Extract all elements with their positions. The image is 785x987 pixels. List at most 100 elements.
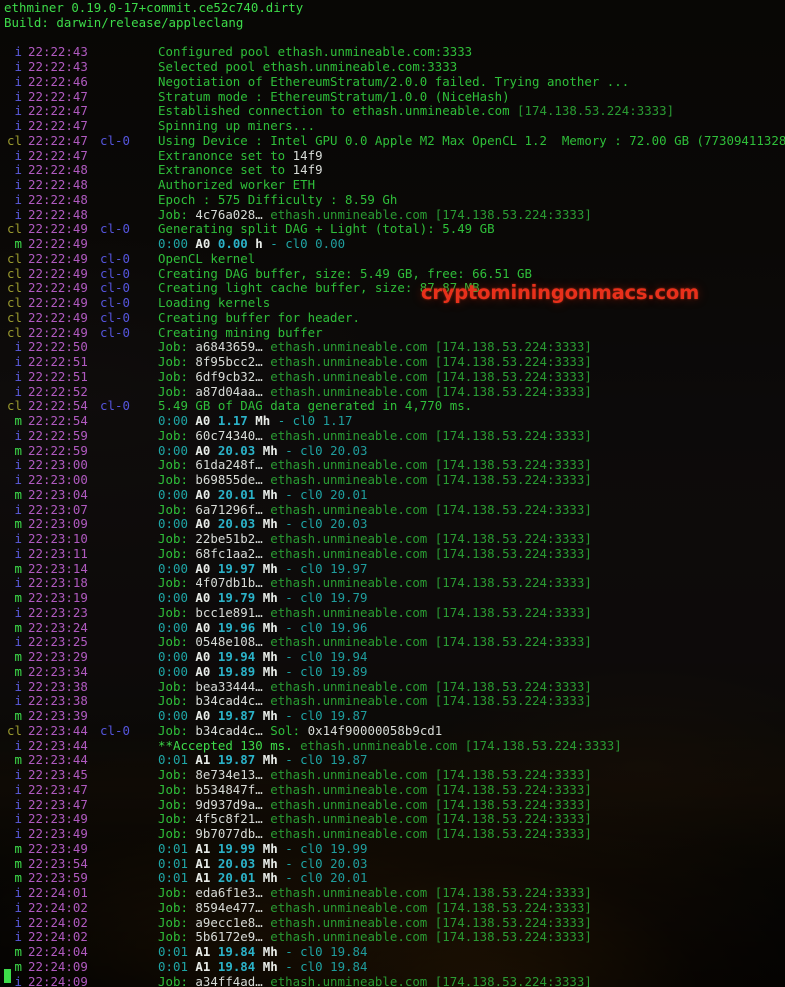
log-message-token: Mh <box>262 486 286 502</box>
log-level-tag: m <box>14 236 22 251</box>
log-message-token: [174.138.53.224:3333] <box>434 693 592 709</box>
log-line: i 22:24:02 Job: 5b6172e9… ethash.unmineabl… <box>0 929 785 945</box>
log-message-token: Mh <box>262 442 286 458</box>
log-message: Job: bcc1e891… ethash.unmineable.com [17… <box>158 605 592 621</box>
log-message-token: Selected pool ethash.unmineable.com:3333 <box>158 59 458 74</box>
log-line: cl 22:22:49 cl-0 Creating mining buffer <box>0 325 785 341</box>
log-message: 0:00 A0 19.94 Mh - cl0 19.94 <box>158 649 368 665</box>
log-device-tag: cl-0 <box>100 221 130 237</box>
log-message-token: Job: <box>158 796 196 812</box>
log-message-token: [174.138.53.224:3333] <box>434 206 592 222</box>
log-level-tag: i <box>14 531 22 546</box>
log-message-token: [174.138.53.224:3333] <box>434 885 592 900</box>
log-timestamp: 22:23:09 <box>28 516 88 532</box>
log-level-tag: m <box>14 708 22 723</box>
log-message-token: Mh <box>262 944 286 959</box>
log-timestamp: 22:22:49 <box>28 236 88 251</box>
log-message: 5.49 GB of DAG data generated in 4,770 m… <box>158 398 472 414</box>
log-line: m 22:22:54 0:00 A0 1.17 Mh - cl0 1.17 <box>0 413 785 429</box>
log-timestamp: 22:23:00 <box>28 472 88 487</box>
log-message-token: b534847f… <box>195 781 263 797</box>
log-message-token: ethash.unmineable.com <box>262 796 435 812</box>
log-message: Job: a6843659… ethash.unmineable.com [17… <box>158 339 592 355</box>
log-message-token: 20.03 <box>330 516 368 532</box>
log-message-token: eda6f1e3… <box>195 885 263 900</box>
log-message-token: 0:01 <box>158 840 196 856</box>
ethminer-build-line: Build: darwin/release/appleclang <box>4 14 244 30</box>
log-message-token: 6df9cb32… <box>195 368 263 384</box>
log-line: i 22:22:48 Extranonce set to 14f9 <box>0 162 785 178</box>
log-message: Selected pool ethash.unmineable.com:3333 <box>158 59 458 75</box>
log-level-tag: i <box>14 339 22 355</box>
log-level-tag: i <box>14 457 22 473</box>
log-message-token: 19.87 <box>330 752 368 768</box>
log-message-token: 0:01 <box>158 855 196 871</box>
log-timestamp: 22:22:47 <box>28 118 88 133</box>
log-message-token: 61da248f… <box>195 457 263 473</box>
log-message-token: 19.84 <box>217 944 263 959</box>
log-message-token: 0:00 <box>158 663 196 679</box>
log-level-tag: cl <box>7 309 22 325</box>
log-timestamp: 22:22:47 <box>28 147 88 163</box>
log-line: i 22:23:10 Job: 22be51b2… ethash.unmineabl… <box>0 531 785 547</box>
log-message: 0:00 A0 20.03 Mh - cl0 20.03 <box>158 516 368 532</box>
log-line: i 22:23:25 Job: 0548e108… ethash.unmineabl… <box>0 634 785 650</box>
log-device-tag: cl-0 <box>100 295 130 310</box>
log-message-token: [174.138.53.224:3333] <box>434 339 592 355</box>
log-level-tag: m <box>14 870 22 886</box>
log-message: Job: 61da248f… ethash.unmineable.com [17… <box>158 457 592 473</box>
log-message: Job: b34cad4c… Sol: 0x14f90000058b9cd1 <box>158 723 442 739</box>
log-message: 0:01 A1 20.01 Mh - cl0 20.01 <box>158 870 368 886</box>
log-message-token: - cl0 <box>285 560 331 576</box>
log-line: m 22:23:19 0:00 A0 19.79 Mh - cl0 19.79 <box>0 590 785 606</box>
log-message: Job: b34cad4c… ethash.unmineable.com [17… <box>158 693 592 709</box>
log-level-tag: cl <box>7 722 22 738</box>
log-level-tag: cl <box>7 280 22 296</box>
log-message-token: 20.01 <box>217 486 263 502</box>
log-message-token: - cl0 <box>285 663 331 679</box>
log-message: Creating buffer for header. <box>158 310 360 326</box>
log-timestamp: 22:22:49 <box>28 265 88 281</box>
log-message-token: Mh <box>262 619 286 635</box>
log-line: i 22:22:50 Job: a6843659… ethash.unmineabl… <box>0 339 785 355</box>
log-message-token: Mh <box>262 708 286 723</box>
log-message-token: [174.138.53.224:3333] <box>434 634 592 650</box>
log-message: Job: a87d04aa… ethash.unmineable.com [17… <box>158 383 592 400</box>
log-message-token: [174.138.53.224:3333] <box>434 796 592 812</box>
log-message-token: [174.138.53.224:3333] <box>434 472 592 487</box>
terminal-window: ethminer 0.19.0-17+commit.ce52c740.dirty… <box>0 0 785 987</box>
log-message-token: Mh <box>255 413 278 428</box>
log-message-token: [174.138.53.224:3333] <box>434 383 592 399</box>
log-level-tag: m <box>14 590 22 605</box>
log-message-token: A0 <box>195 708 218 723</box>
log-timestamp: 22:23:47 <box>28 796 88 812</box>
log-message-token: 0:00 <box>158 516 196 532</box>
log-message-token: Job: <box>158 929 196 945</box>
log-message: Job: 9b7077db… ethash.unmineable.com [17… <box>158 826 592 842</box>
log-line: i 22:23:23 Job: bcc1e891… ethash.unmineabl… <box>0 605 785 621</box>
log-message-token: Job: <box>158 339 196 355</box>
log-line: i 22:22:48 Epoch : 575 Difficulty : 8.59 G… <box>0 192 785 208</box>
log-message-token: - cl0 <box>285 590 331 605</box>
log-line: i 22:22:47 Stratum mode : EthereumStratum/… <box>0 89 785 105</box>
log-level-tag: m <box>14 944 22 959</box>
terminal-output-pane[interactable]: ethminer 0.19.0-17+commit.ce52c740.dirty… <box>0 0 785 987</box>
log-level-tag: cl <box>7 398 22 414</box>
log-line: i 22:23:44 **Accepted 130 ms. ethash.unmin… <box>0 738 785 754</box>
log-message-token: 68fc1aa2… <box>195 545 263 561</box>
log-level-tag: i <box>14 206 22 222</box>
log-message: 0:00 A0 19.79 Mh - cl0 19.79 <box>158 590 368 606</box>
log-message-token: Mh <box>262 752 286 768</box>
log-timestamp: 22:23:45 <box>28 767 88 782</box>
log-message-token: A1 <box>195 855 218 871</box>
log-message-token: [174.138.53.224:3333] <box>434 914 592 930</box>
log-message-token: Job: <box>158 575 196 591</box>
log-message: 0:01 A1 19.84 Mh - cl0 19.84 <box>158 959 368 975</box>
log-timestamp: 22:22:50 <box>28 339 88 355</box>
log-message-token: ethash.unmineable.com <box>262 914 435 930</box>
log-message-token: Negotiation of EthereumStratum/2.0.0 fai… <box>158 73 630 89</box>
log-message-token: 0548e108… <box>195 634 263 650</box>
log-device-tag: cl-0 <box>100 722 130 738</box>
log-message-token: [174.138.53.224:3333] <box>434 501 592 517</box>
log-message-token: 19.94 <box>217 649 263 664</box>
